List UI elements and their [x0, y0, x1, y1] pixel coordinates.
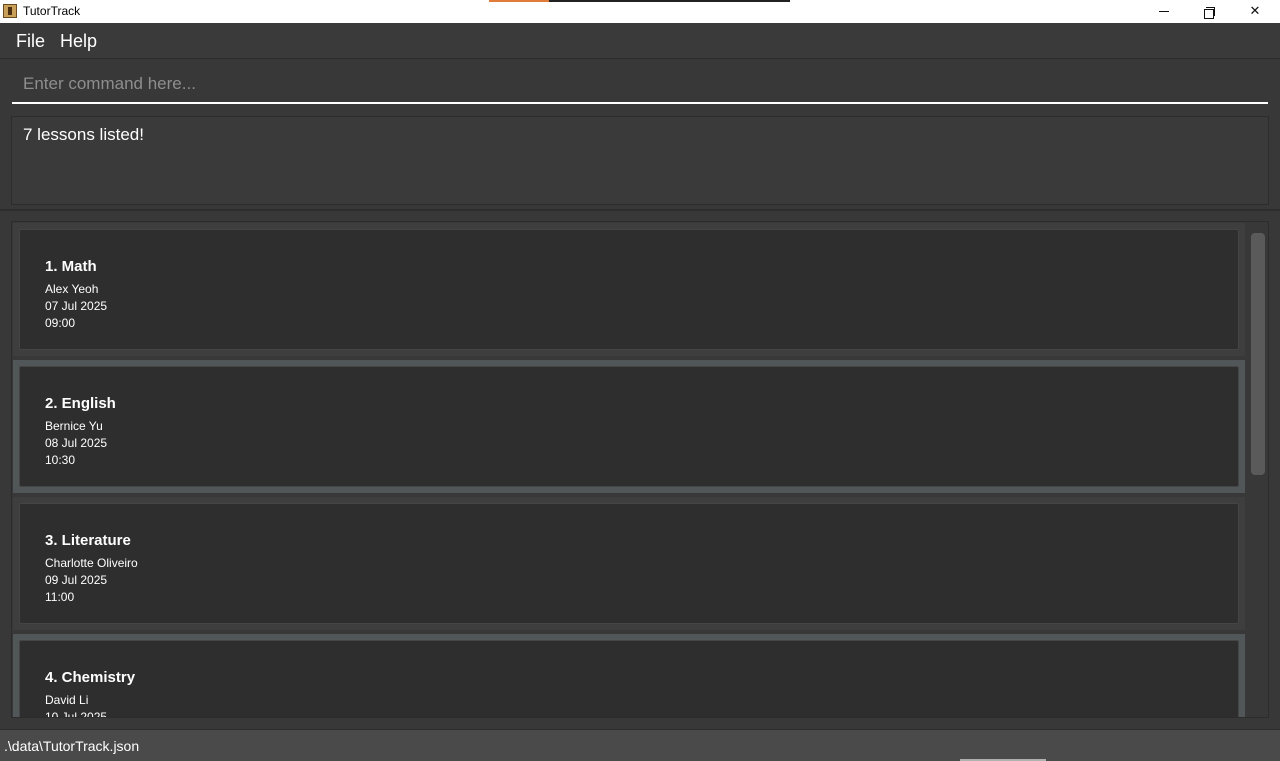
lesson-card-body: 1. Math Alex Yeoh 07 Jul 2025 09:00 — [19, 229, 1239, 350]
result-display[interactable]: 7 lessons listed! — [11, 116, 1269, 205]
lesson-student: David Li — [45, 693, 89, 707]
command-box — [0, 59, 1280, 111]
command-input[interactable] — [12, 65, 1268, 104]
lesson-student: Charlotte Oliveiro — [45, 556, 138, 570]
lesson-card-body: 4. Chemistry David Li 10 Jul 2025 — [19, 640, 1239, 718]
minimize-button[interactable] — [1141, 0, 1187, 23]
data-file-path: .\data\TutorTrack.json — [4, 738, 140, 754]
taskbar-accent — [489, 0, 549, 2]
taskbar-accent-dark — [549, 0, 790, 2]
lesson-student: Bernice Yu — [45, 419, 103, 433]
lesson-title: 1. Math — [45, 258, 97, 275]
lesson-date: 08 Jul 2025 — [45, 436, 108, 450]
lesson-card[interactable]: 3. Literature Charlotte Oliveiro 09 Jul … — [13, 497, 1245, 630]
status-bar: .\data\TutorTrack.json — [0, 729, 1280, 761]
menu-help[interactable]: Help — [60, 30, 97, 52]
lesson-date: 07 Jul 2025 — [45, 299, 108, 313]
lesson-card[interactable]: 4. Chemistry David Li 10 Jul 2025 — [13, 634, 1245, 718]
menu-bar: File Help — [0, 23, 1280, 59]
maximize-button[interactable] — [1186, 0, 1232, 23]
lesson-card-body: 2. English Bernice Yu 08 Jul 2025 10:30 — [19, 366, 1239, 487]
lesson-date: 10 Jul 2025 — [45, 710, 108, 718]
lesson-title: 2. English — [45, 395, 116, 412]
app-icon — [3, 4, 17, 18]
window-title: TutorTrack — [23, 4, 81, 18]
close-button[interactable]: ✕ — [1232, 0, 1278, 23]
lesson-time: 11:00 — [45, 590, 75, 604]
title-bar: TutorTrack ✕ — [0, 0, 1280, 23]
restore-icon — [1204, 6, 1215, 19]
divider — [0, 209, 1280, 211]
lesson-title: 3. Literature — [45, 532, 131, 549]
minimize-icon — [1159, 11, 1169, 12]
lesson-title: 4. Chemistry — [45, 669, 136, 686]
lesson-time: 10:30 — [45, 453, 76, 467]
lesson-list[interactable]: 1. Math Alex Yeoh 07 Jul 2025 09:00 2. E… — [11, 221, 1269, 718]
lesson-date: 09 Jul 2025 — [45, 573, 108, 587]
lesson-card[interactable]: 1. Math Alex Yeoh 07 Jul 2025 09:00 — [13, 223, 1245, 356]
scrollbar-thumb[interactable] — [1251, 233, 1265, 475]
result-message: 7 lessons listed! — [23, 125, 144, 144]
lesson-time: 09:00 — [45, 316, 76, 330]
lesson-card-body: 3. Literature Charlotte Oliveiro 09 Jul … — [19, 503, 1239, 624]
list-scrollbar[interactable] — [1250, 226, 1266, 714]
menu-file[interactable]: File — [16, 30, 45, 52]
close-icon: ✕ — [1249, 4, 1261, 19]
lesson-student: Alex Yeoh — [45, 282, 99, 296]
lesson-card[interactable]: 2. English Bernice Yu 08 Jul 2025 10:30 — [13, 360, 1245, 493]
